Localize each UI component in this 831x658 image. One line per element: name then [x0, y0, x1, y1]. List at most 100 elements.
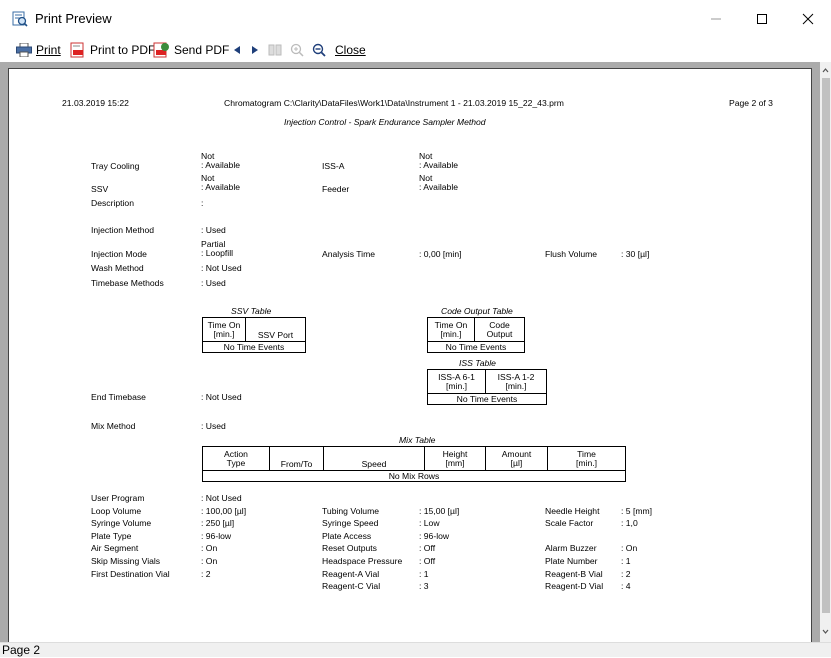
preview-viewport[interactable]: 21.03.2019 15:22 Chromatogram C:\Clarity… — [0, 62, 820, 648]
setting-label: Reagent-D Vial — [545, 581, 604, 592]
code-empty: No Time Events — [445, 342, 507, 352]
send-pdf-label: Send PDF — [174, 43, 230, 57]
zoom-out-button[interactable] — [312, 40, 330, 60]
value-injection-mode-2: : Loopfill — [201, 248, 234, 258]
window-title: Print Preview — [35, 11, 112, 26]
setting-label: Alarm Buzzer — [545, 543, 597, 554]
setting-value: : 2 — [201, 568, 211, 579]
next-page-button[interactable] — [250, 40, 264, 60]
setting-label: Reagent-A Vial — [322, 568, 380, 579]
maximize-icon — [757, 14, 767, 24]
label-iss-a: ISS-A — [322, 161, 345, 171]
iss-col1-line2: [min.] — [445, 381, 467, 391]
two-pages-icon — [268, 44, 282, 56]
setting-value: : 96-low — [201, 530, 232, 541]
setting-label: Plate Number — [545, 556, 598, 566]
zoom-out-icon — [312, 43, 326, 57]
minimize-icon — [711, 18, 721, 20]
label-timebase-methods: Timebase Methods — [91, 278, 164, 288]
code-output-table: Time On [min.] Code Output No Time Event… — [427, 317, 525, 353]
setting-label: First Destination Vial — [91, 568, 170, 579]
iss-table-title: ISS Table — [459, 358, 496, 368]
setting-label: Syringe Speed — [322, 518, 379, 529]
close-preview-button[interactable]: Close — [335, 40, 366, 60]
setting-value: : 15,00 [µl] — [419, 505, 460, 516]
title-bar: Print Preview — [0, 0, 831, 38]
ssv-table: Time On [min.] SSV Port No Time Events — [202, 317, 306, 353]
scroll-up-icon[interactable] — [820, 64, 831, 76]
print-to-pdf-button[interactable]: Print to PDF — [70, 40, 155, 60]
label-end-timebase: End Timebase — [91, 392, 146, 402]
setting-label: Headspace Pressure — [322, 556, 403, 566]
mix-col-from-to: From/To — [280, 459, 313, 469]
setting-value: : On — [201, 556, 218, 566]
report-subtitle: Injection Control - Spark Endurance Samp… — [284, 117, 486, 127]
maximize-button[interactable] — [739, 0, 785, 38]
iss-table: ISS-A 6-1 [min.] ISS-A 1-2 [min.] No Tim… — [427, 369, 547, 405]
label-flush-volume: Flush Volume — [545, 249, 598, 259]
label-injection-mode: Injection Mode — [91, 249, 147, 259]
zoom-in-icon — [290, 43, 304, 57]
mix-table-title: Mix Table — [399, 435, 436, 445]
setting-value: : 5 [mm] — [621, 505, 653, 516]
mix-empty: No Mix Rows — [388, 471, 440, 481]
label-analysis-time: Analysis Time — [322, 249, 376, 259]
setting-label: Tubing Volume — [322, 505, 380, 516]
vertical-scrollbar[interactable] — [820, 62, 831, 642]
setting-value: : On — [621, 543, 638, 554]
print-to-pdf-label: Print to PDF — [90, 43, 156, 57]
setting-label: Loop Volume — [91, 505, 142, 516]
report-chromatogram: Chromatogram C:\Clarity\DataFiles\Work1\… — [224, 98, 564, 108]
iss-empty: No Time Events — [456, 394, 518, 404]
label-wash-method: Wash Method — [91, 263, 144, 273]
print-label: Print — [36, 43, 61, 57]
code-col2-line2: Output — [486, 329, 513, 339]
send-pdf-button[interactable]: Send PDF — [153, 40, 229, 60]
scrollbar-thumb[interactable] — [822, 78, 830, 613]
value-tray-cooling-2: : Available — [201, 160, 241, 170]
report-page-number: Page 2 of 3 — [729, 98, 773, 108]
printer-icon — [16, 43, 32, 57]
setting-label: Needle Height — [545, 505, 600, 516]
minimize-button[interactable] — [693, 0, 739, 38]
setting-value: : 250 [µl] — [201, 518, 235, 529]
print-preview-icon — [12, 11, 28, 27]
setting-label: Reset Outputs — [322, 543, 377, 554]
value-wash-method: : Not Used — [201, 263, 242, 273]
ssv-col2: SSV Port — [257, 330, 294, 340]
label-tray-cooling: Tray Cooling — [91, 161, 140, 171]
close-label: Close — [335, 43, 366, 57]
setting-value: : Off — [419, 543, 436, 554]
mix-table: Action Type From/To Speed Height [mm] Am… — [202, 446, 626, 482]
print-button[interactable]: Print — [16, 40, 61, 60]
setting-label: Plate Access — [322, 530, 372, 541]
scroll-down-icon[interactable] — [820, 626, 831, 638]
setting-label: Scale Factor — [545, 518, 594, 529]
mix-col-height-2: [mm] — [445, 458, 465, 468]
close-window-button[interactable] — [785, 0, 831, 38]
send-pdf-icon — [153, 42, 169, 58]
status-bar: Page 2 — [0, 642, 831, 657]
value-flush-volume: : 30 [µl] — [621, 249, 650, 259]
label-mix-method: Mix Method — [91, 421, 136, 431]
pdf-icon — [70, 42, 84, 58]
ssv-table-title: SSV Table — [231, 306, 272, 316]
setting-value: : On — [201, 543, 218, 554]
toolbar: Print Print to PDF Send PDF Close — [0, 38, 831, 62]
two-page-button[interactable] — [268, 40, 286, 60]
ssv-empty: No Time Events — [223, 342, 285, 352]
setting-value: : 2 — [621, 568, 631, 579]
iss-col2-line2: [min.] — [505, 381, 527, 391]
setting-value: : 3 — [419, 581, 429, 592]
label-ssv: SSV — [91, 184, 109, 194]
previous-page-button[interactable] — [232, 40, 246, 60]
zoom-in-button[interactable] — [290, 40, 308, 60]
setting-value: : 1 — [621, 556, 631, 566]
setting-value: : 96-low — [419, 530, 450, 541]
label-description: Description — [91, 198, 134, 208]
setting-label: Syringe Volume — [91, 518, 152, 529]
mix-col-amount-2: [µl] — [510, 458, 523, 468]
status-page: Page 2 — [2, 643, 41, 657]
setting-label: Air Segment — [91, 543, 139, 554]
mix-col-action-2: Type — [226, 458, 246, 468]
